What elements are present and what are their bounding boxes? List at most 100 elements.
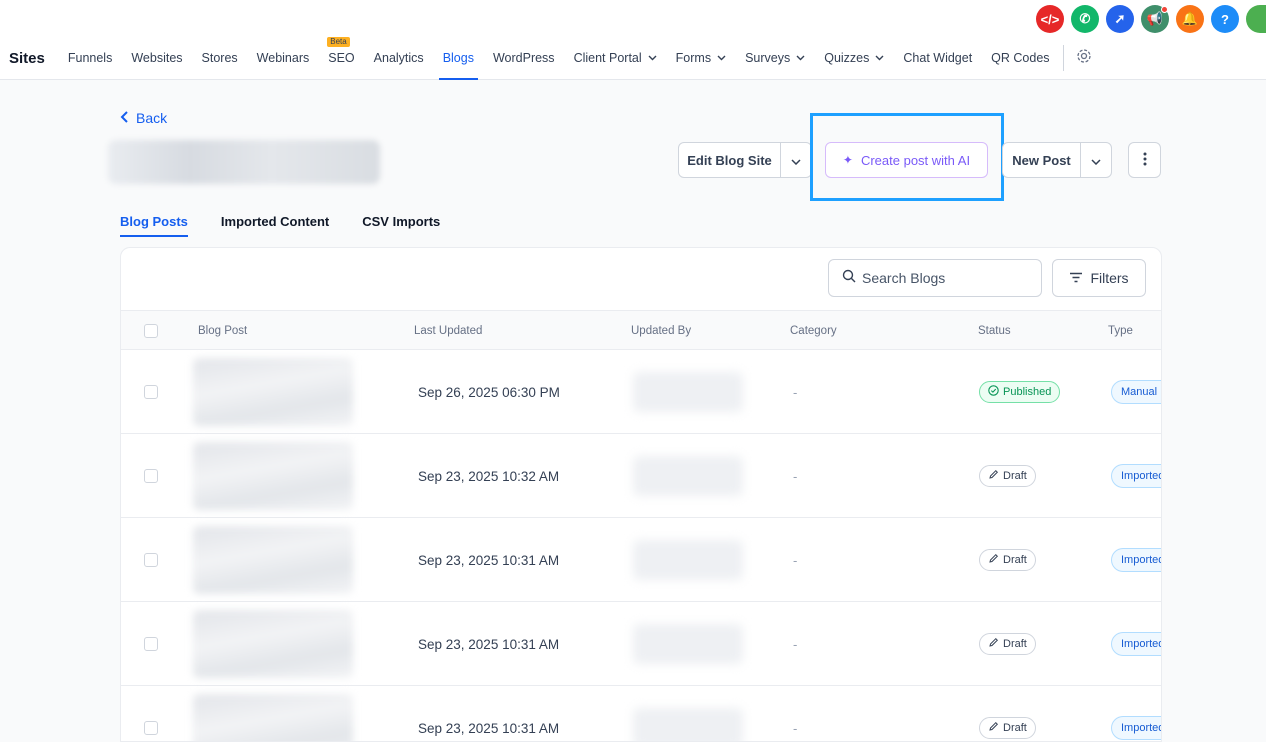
category: -	[793, 468, 798, 484]
pencil-icon	[988, 637, 999, 651]
search-icon	[842, 269, 856, 288]
last-updated: Sep 23, 2025 10:31 AM	[418, 720, 560, 736]
table-row[interactable]: Sep 26, 2025 06:30 PM - Published Manual	[121, 350, 1161, 434]
table-row[interactable]: Sep 23, 2025 10:31 AM - Draft Imported	[121, 518, 1161, 602]
last-updated: Sep 23, 2025 10:31 AM	[418, 636, 560, 652]
content-tabs: Blog Posts Imported Content CSV Imports	[120, 214, 440, 237]
pencil-icon	[988, 469, 999, 483]
chevron-down-icon	[875, 53, 884, 64]
column-header-last-updated[interactable]: Last Updated	[414, 311, 482, 351]
nav-stores[interactable]: Stores	[202, 44, 238, 72]
status-label: Draft	[1003, 638, 1027, 650]
nav-label: Surveys	[745, 51, 791, 65]
blog-post-title-redacted[interactable]	[193, 358, 353, 426]
tab-blog-posts[interactable]: Blog Posts	[120, 214, 188, 237]
column-header-type[interactable]: Type	[1108, 311, 1133, 351]
updated-by-redacted	[633, 372, 743, 412]
phone-icon[interactable]: ✆	[1071, 5, 1099, 33]
nav-label: Stores	[201, 51, 238, 65]
nav-analytics[interactable]: Analytics	[374, 44, 424, 72]
edit-blog-site-button[interactable]: Edit Blog Site	[678, 142, 781, 178]
top-icon-bar: </> ✆ ➚ 📢 🔔?	[1036, 4, 1266, 34]
row-checkbox[interactable]	[144, 469, 158, 483]
pencil-icon	[988, 553, 999, 567]
gear-icon[interactable]	[1076, 48, 1092, 68]
nav-divider	[1062, 45, 1064, 71]
row-checkbox[interactable]	[144, 553, 158, 567]
status-badge: Draft	[979, 633, 1036, 655]
updated-by-redacted	[633, 708, 743, 741]
kebab-menu-icon	[1143, 152, 1147, 169]
blog-post-title-redacted[interactable]	[193, 694, 353, 741]
blog-post-title-redacted[interactable]	[193, 442, 353, 510]
profile-icon[interactable]	[1246, 5, 1266, 33]
nav-forms[interactable]: Forms	[676, 44, 726, 72]
updated-by-redacted	[633, 540, 743, 580]
blog-post-title-redacted[interactable]	[193, 526, 353, 594]
status-label: Published	[1003, 386, 1052, 398]
nav-surveys[interactable]: Surveys	[745, 44, 805, 72]
nav-webinars[interactable]: Webinars	[257, 44, 310, 72]
nav-wordpress[interactable]: WordPress	[493, 44, 555, 72]
help-icon[interactable]: ?	[1211, 5, 1239, 33]
nav-label: Webinars	[256, 51, 310, 65]
nav-websites[interactable]: Websites	[131, 44, 182, 72]
tab-imported-content[interactable]: Imported Content	[221, 214, 329, 235]
nav-qr-codes[interactable]: QR Codes	[991, 44, 1049, 72]
nav-funnels[interactable]: Funnels	[68, 44, 112, 72]
last-updated: Sep 23, 2025 10:31 AM	[418, 552, 560, 568]
category: -	[793, 384, 798, 400]
nav-label: Websites	[131, 51, 183, 65]
search-box[interactable]	[828, 259, 1042, 297]
more-options-button[interactable]	[1128, 142, 1161, 178]
chevron-down-icon	[717, 53, 726, 64]
updated-by-redacted	[633, 624, 743, 664]
back-link[interactable]: Back	[120, 110, 167, 126]
row-checkbox[interactable]	[144, 637, 158, 651]
category: -	[793, 720, 798, 736]
type-badge: Imported	[1111, 464, 1161, 488]
bell-icon[interactable]: 🔔	[1176, 5, 1204, 33]
row-checkbox[interactable]	[144, 385, 158, 399]
filters-button[interactable]: Filters	[1052, 259, 1146, 297]
table-row[interactable]: Sep 23, 2025 10:32 AM - Draft Imported	[121, 434, 1161, 518]
column-header-category[interactable]: Category	[790, 311, 837, 351]
column-header-updated-by[interactable]: Updated By	[631, 311, 691, 351]
new-post-button[interactable]: New Post	[1002, 142, 1081, 178]
last-updated: Sep 23, 2025 10:32 AM	[418, 468, 560, 484]
status-badge: Draft	[979, 549, 1036, 571]
updated-by-redacted	[633, 456, 743, 496]
type-badge: Imported	[1111, 548, 1161, 572]
blog-post-title-redacted[interactable]	[193, 610, 353, 678]
new-post-dropdown-button[interactable]	[1080, 142, 1112, 178]
column-header-blog-post[interactable]: Blog Post	[198, 311, 247, 351]
edit-blog-site-dropdown-button[interactable]	[780, 142, 812, 178]
pencil-icon	[988, 721, 999, 735]
column-header-status[interactable]: Status	[978, 311, 1011, 351]
status-badge: Draft	[979, 465, 1036, 487]
search-input[interactable]	[862, 270, 1032, 286]
top-header: </> ✆ ➚ 📢 🔔? Sites Funnels Websites Stores Webi…	[0, 0, 1266, 80]
blog-posts-table-card: Filters Blog Post Last Updated Updated B…	[120, 247, 1162, 742]
chevron-down-icon	[1091, 153, 1101, 168]
nav-blogs[interactable]: Blogs	[438, 44, 479, 80]
last-updated: Sep 26, 2025 06:30 PM	[418, 384, 560, 400]
rocket-icon[interactable]: ➚	[1106, 5, 1134, 33]
megaphone-icon[interactable]: 📢	[1141, 5, 1169, 33]
chevron-down-icon	[648, 53, 657, 64]
check-circle-icon	[988, 385, 999, 399]
nav-seo[interactable]: SEO Beta	[327, 37, 355, 72]
chevron-down-icon	[796, 53, 805, 64]
tab-csv-imports[interactable]: CSV Imports	[362, 214, 440, 235]
category: -	[793, 552, 798, 568]
table-row[interactable]: Sep 23, 2025 10:31 AM - Draft Imported	[121, 602, 1161, 686]
nav-client-portal[interactable]: Client Portal	[574, 44, 657, 72]
nav-label: SEO	[328, 51, 355, 65]
code-icon[interactable]: </>	[1036, 5, 1064, 33]
nav-chat-widget[interactable]: Chat Widget	[903, 44, 972, 72]
nav-quizzes[interactable]: Quizzes	[824, 44, 884, 72]
select-all-checkbox[interactable]	[144, 324, 158, 338]
row-checkbox[interactable]	[144, 721, 158, 735]
table-row[interactable]: Sep 23, 2025 10:31 AM - Draft Imported	[121, 686, 1161, 741]
table-header: Blog Post Last Updated Updated By Catego…	[121, 310, 1161, 351]
